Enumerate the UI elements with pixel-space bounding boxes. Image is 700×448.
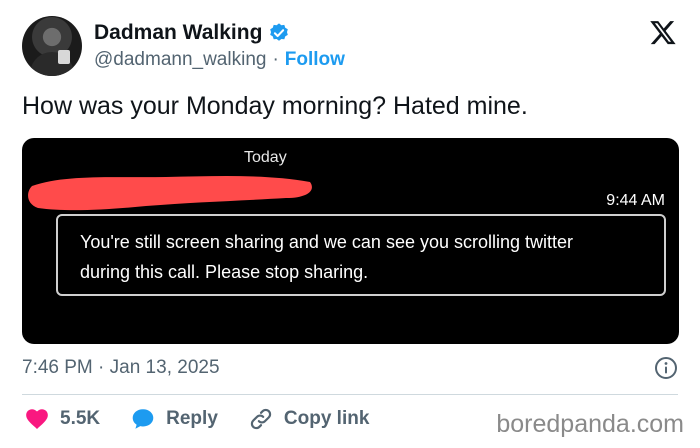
tweet-text: How was your Monday morning? Hated mine. (22, 92, 528, 120)
author-name-line: Dadman Walking (94, 21, 290, 45)
watermark: boredpanda.com (496, 410, 684, 438)
tweet-header: Dadman Walking @dadmann_walking · Follow (22, 16, 684, 78)
day-label: Today (244, 149, 287, 166)
message-time: 9:44 AM (606, 192, 665, 209)
message-line-2: during this call. Please stop sharing. (80, 262, 369, 282)
like-button[interactable]: 5.5K (24, 406, 100, 432)
tweet-media-screenshot[interactable]: Today 9:44 AM You're still screen sharin… (22, 138, 679, 344)
redaction-scribble (28, 176, 312, 211)
info-icon[interactable] (654, 356, 678, 380)
action-bar: 5.5K Reply Copy link (24, 406, 399, 432)
copy-link-label: Copy link (283, 408, 370, 429)
chat-message-bubble: You're still screen sharing and we can s… (56, 214, 666, 296)
author-handle-line: @dadmann_walking · Follow (94, 49, 345, 71)
x-logo-icon[interactable] (648, 18, 678, 48)
message-line-1: You're still screen sharing and we can s… (80, 232, 574, 252)
separator-dot: · (272, 49, 279, 70)
like-count: 5.5K (60, 408, 101, 429)
link-icon (250, 408, 272, 430)
heart-icon (26, 409, 48, 429)
tweet-timestamp[interactable]: 7:46 PM · Jan 13, 2025 (22, 357, 220, 379)
author-handle[interactable]: @dadmann_walking (94, 49, 266, 71)
copy-link-button[interactable]: Copy link (248, 406, 370, 432)
divider (22, 394, 678, 395)
follow-button[interactable]: Follow (285, 49, 345, 71)
reply-bubble-icon (132, 409, 154, 429)
reply-button[interactable]: Reply (130, 406, 218, 432)
verified-badge-icon (270, 23, 289, 41)
reply-label: Reply (166, 408, 218, 429)
author-name[interactable]: Dadman Walking (94, 21, 262, 45)
avatar[interactable] (22, 16, 82, 76)
avatar-mug (58, 50, 70, 64)
